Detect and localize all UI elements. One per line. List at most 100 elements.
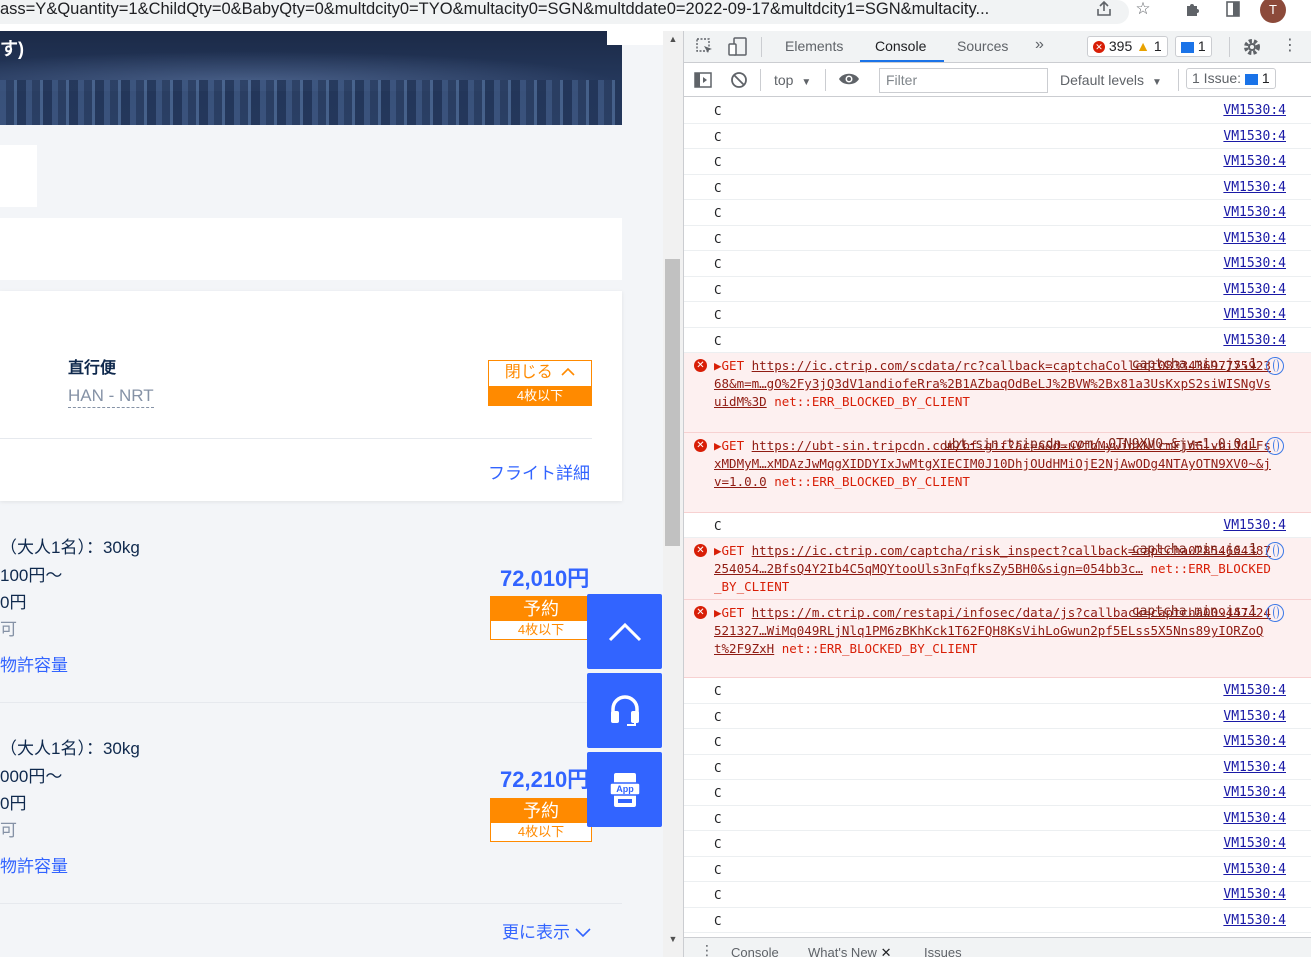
console-filter-input[interactable]: Filter: [879, 68, 1048, 93]
expand-triangle-icon[interactable]: ▶: [714, 438, 722, 453]
console-log-row: C VM1530:4: [684, 831, 1311, 857]
book-button[interactable]: 予約 4枚以下: [490, 596, 592, 640]
log-source-link[interactable]: VM1530:4: [1223, 154, 1286, 169]
log-source-link[interactable]: VM1530:4: [1223, 129, 1286, 144]
sidebar-toggle-icon[interactable]: [694, 71, 712, 92]
log-source-link[interactable]: VM1530:4: [1223, 333, 1286, 348]
console-log-row: C VM1530:4: [684, 226, 1311, 251]
expand-triangle-icon[interactable]: ▶: [714, 605, 722, 620]
more-tabs-icon[interactable]: »: [1035, 36, 1044, 54]
console-error-row[interactable]: ✕ ▶GET https://ubt-sin.tripcdn.com/bf.gi…: [684, 433, 1311, 513]
log-source-link[interactable]: VM1530:4: [1223, 518, 1286, 533]
console-error-row[interactable]: ✕ ▶GET https://m.ctrip.com/restapi/infos…: [684, 600, 1311, 678]
fare-note: 可: [0, 821, 17, 840]
show-more-label: 更に表示: [502, 923, 570, 942]
console-error-row[interactable]: ✕ ▶GET https://ic.ctrip.com/scdata/rc?ca…: [684, 353, 1311, 433]
network-globe-icon[interactable]: [1266, 604, 1284, 622]
scroll-thumb[interactable]: [665, 259, 680, 546]
share-icon[interactable]: [1093, 0, 1115, 20]
log-levels-dropdown[interactable]: Default levels ▼: [1060, 72, 1162, 88]
log-source-link[interactable]: VM1530:4: [1223, 734, 1286, 749]
log-source-link[interactable]: VM1530:4: [1223, 811, 1286, 826]
filter-panel-fragment: [0, 145, 37, 207]
info-counter[interactable]: 1: [1175, 36, 1212, 57]
kebab-menu-icon[interactable]: ⋮: [1282, 37, 1298, 55]
issues-label: 1 Issue:: [1192, 70, 1242, 86]
book-button[interactable]: 予約 4枚以下: [490, 798, 592, 842]
tab-console[interactable]: Console: [875, 38, 926, 54]
context-selector[interactable]: top ▼: [774, 72, 811, 88]
log-source-link[interactable]: VM1530:4: [1223, 231, 1286, 246]
close-icon[interactable]: ✕: [881, 945, 892, 957]
log-source-link[interactable]: VM1530:4: [1223, 205, 1286, 220]
url-text[interactable]: ass=Y&Quantity=1&ChildQty=0&BabyQty=0&mu…: [0, 0, 1080, 20]
expand-triangle-icon[interactable]: ▶: [714, 543, 722, 558]
error-source-link[interactable]: captcha.min.js:1: [1132, 542, 1257, 557]
log-source-link[interactable]: VM1530:4: [1223, 256, 1286, 271]
log-source-link[interactable]: VM1530:4: [1223, 760, 1286, 775]
log-source-link[interactable]: VM1530:4: [1223, 282, 1286, 297]
scroll-up-arrow-icon[interactable]: ▲: [668, 34, 678, 44]
log-source-link[interactable]: VM1530:4: [1223, 836, 1286, 851]
log-source-link[interactable]: VM1530:4: [1223, 103, 1286, 118]
drawer-tab-whats-new[interactable]: What's New ✕: [808, 945, 891, 957]
error-source-link[interactable]: captcha.min.js:1: [1132, 604, 1257, 619]
console-log-row: C VM1530:4: [684, 704, 1311, 729]
scroll-down-arrow-icon[interactable]: ▼: [668, 934, 678, 944]
address-bar[interactable]: ass=Y&Quantity=1&ChildQty=0&BabyQty=0&mu…: [0, 0, 1129, 24]
flight-route[interactable]: HAN - NRT: [68, 386, 154, 408]
baggage-allowance-link[interactable]: 物許容量: [0, 852, 68, 877]
log-source-link[interactable]: VM1530:4: [1223, 709, 1286, 724]
error-source-link[interactable]: captcha.min.js:1: [1132, 357, 1257, 372]
console-log-row: C VM1530:4: [684, 124, 1311, 149]
error-icon: ✕: [1093, 41, 1105, 54]
page-scrollbar[interactable]: ▲ ▼: [663, 31, 683, 957]
star-icon[interactable]: ☆: [1132, 0, 1154, 20]
console-toolbar: top ▼ Filter Default levels ▼ 1 Issue: 1: [684, 63, 1311, 97]
log-source-link[interactable]: VM1530:4: [1223, 307, 1286, 322]
console-log-row: C VM1530:4: [684, 200, 1311, 226]
sidebar-icon[interactable]: [1222, 0, 1244, 20]
drawer-menu-icon[interactable]: ⋮: [700, 942, 714, 957]
log-levels-label: Default levels: [1060, 72, 1145, 88]
clear-console-icon[interactable]: [730, 71, 748, 92]
fare-price: 72,210円: [500, 767, 590, 792]
live-expression-eye-icon[interactable]: [838, 70, 860, 91]
customer-support-button[interactable]: [587, 673, 662, 748]
network-globe-icon[interactable]: [1266, 357, 1284, 375]
scroll-top-button[interactable]: [587, 594, 662, 669]
flight-details-link[interactable]: フライト詳細: [488, 459, 590, 484]
log-source-link[interactable]: VM1530:4: [1223, 862, 1286, 877]
app-download-button[interactable]: App: [587, 752, 662, 827]
network-globe-icon[interactable]: [1266, 542, 1284, 560]
error-source-link[interactable]: ubt-sin.tripcdn.com/…OTN9XV0~&jv=1.0.0:1: [944, 437, 1257, 452]
network-globe-icon[interactable]: [1266, 437, 1284, 455]
fare-baggage: （大人1名）：30kg: [0, 538, 140, 557]
log-source-link[interactable]: VM1530:4: [1223, 887, 1286, 902]
info-bar: [0, 218, 622, 280]
baggage-allowance-link[interactable]: 物許容量: [0, 651, 68, 676]
profile-avatar[interactable]: T: [1260, 0, 1286, 23]
show-more-link[interactable]: 更に表示: [502, 918, 591, 943]
inspect-element-icon[interactable]: [696, 38, 714, 59]
drawer-tab-console[interactable]: Console: [731, 945, 779, 957]
console-error-row[interactable]: ✕ ▶GET https://ic.ctrip.com/captcha/risk…: [684, 538, 1311, 600]
settings-gear-icon[interactable]: [1242, 37, 1262, 60]
tab-sources[interactable]: Sources: [957, 38, 1008, 54]
log-source-link[interactable]: VM1530:4: [1223, 180, 1286, 195]
tab-elements[interactable]: Elements: [785, 38, 843, 54]
close-fares-button[interactable]: 閉じる 4枚以下: [488, 360, 592, 406]
console-log-row: C VM1530:4: [684, 277, 1311, 302]
drawer-tab-issues[interactable]: Issues: [924, 945, 962, 957]
log-source-link[interactable]: VM1530:4: [1223, 785, 1286, 800]
extensions-icon[interactable]: [1182, 0, 1204, 20]
log-source-link[interactable]: VM1530:4: [1223, 683, 1286, 698]
warning-icon: ▲: [1136, 38, 1150, 54]
issues-button[interactable]: 1 Issue: 1: [1186, 68, 1276, 89]
device-toolbar-icon[interactable]: [728, 37, 748, 60]
fare-baggage: （大人1名）：30kg: [0, 739, 140, 758]
error-icon: ✕: [694, 439, 707, 452]
expand-triangle-icon[interactable]: ▶: [714, 358, 722, 373]
log-source-link[interactable]: VM1530:4: [1223, 913, 1286, 928]
error-warning-counter[interactable]: ✕ 395 ▲ 1: [1087, 36, 1168, 57]
